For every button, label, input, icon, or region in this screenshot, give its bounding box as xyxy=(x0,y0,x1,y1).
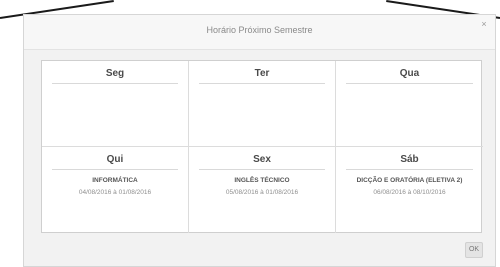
day-cell-ter: Ter xyxy=(189,61,336,147)
day-cell-sex: Sex INGLÊS TÉCNICO 05/08/2016 à 01/08/20… xyxy=(189,147,336,233)
day-cell-qua: Qua xyxy=(336,61,483,147)
day-header: Sáb xyxy=(346,154,473,170)
schedule-grid: Seg Ter Qua Qui INFORMÁTICA 04/08/2016 à… xyxy=(41,60,483,233)
modal-title: Horário Próximo Semestre xyxy=(206,25,313,35)
subject-dates: 06/08/2016 à 08/10/2016 xyxy=(373,189,446,196)
day-cell-sab: Sáb DICÇÃO E ORATÓRIA (ELETIVA 2) 06/08/… xyxy=(336,147,483,233)
close-icon[interactable]: × xyxy=(479,19,489,29)
day-header: Sex xyxy=(199,154,325,170)
subject-name: INGLÊS TÉCNICO xyxy=(234,177,290,184)
subject-name: INFORMÁTICA xyxy=(92,177,138,184)
day-header: Qui xyxy=(52,154,178,170)
subject-name: DICÇÃO E ORATÓRIA (ELETIVA 2) xyxy=(356,177,463,184)
day-header: Seg xyxy=(52,68,178,84)
subject-dates: 04/08/2016 à 01/08/2016 xyxy=(78,189,152,196)
modal-header: Horário Próximo Semestre × xyxy=(24,15,495,50)
day-header: Qua xyxy=(346,68,473,84)
day-header: Ter xyxy=(199,68,325,84)
subject-dates: 05/08/2016 à 01/08/2016 xyxy=(225,189,299,196)
schedule-modal: Horário Próximo Semestre × Seg Ter Qua Q… xyxy=(23,14,496,267)
day-cell-qui: Qui INFORMÁTICA 04/08/2016 à 01/08/2016 xyxy=(42,147,189,233)
day-cell-seg: Seg xyxy=(42,61,189,147)
ok-button[interactable]: OK xyxy=(465,242,483,258)
